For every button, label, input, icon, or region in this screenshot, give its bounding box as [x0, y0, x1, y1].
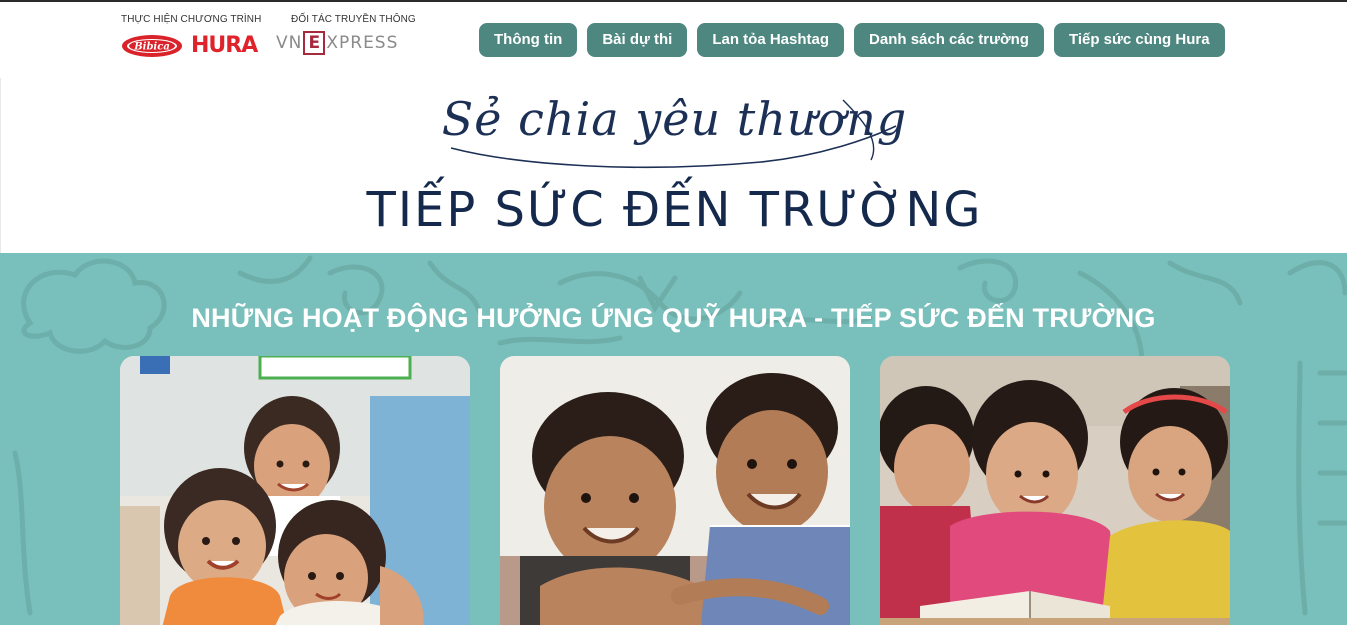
activity-card-3[interactable] — [880, 356, 1230, 625]
media-partner-caption: ĐỐI TÁC TRUYỀN THÔNG — [291, 14, 416, 25]
girls-reading-book-photo — [880, 356, 1230, 625]
activities-title: NHỮNG HOẠT ĐỘNG HƯỞNG ỨNG QUỸ HURA - TIẾ… — [191, 303, 1156, 333]
site-header: THỰC HIỆN CHƯƠNG TRÌNH Bibica HURA ĐỐI T… — [0, 2, 1347, 78]
vnexpress-logo-e: E — [303, 31, 326, 55]
main-nav: Thông tin Bài dự thi Lan tỏa Hashtag Dan… — [479, 23, 1225, 57]
organizer-logos[interactable]: Bibica HURA — [121, 34, 261, 58]
vnexpress-logo-vn: VN — [276, 33, 303, 53]
media-partner-block: ĐỐI TÁC TRUYỀN THÔNG VN E XPRESS — [276, 14, 416, 55]
hero-banner: Sẻ chia yêu thương TIẾP SỨC ĐẾN TRƯỜNG — [0, 78, 1347, 253]
hero-title: TIẾP SỨC ĐẾN TRƯỜNG — [366, 182, 983, 238]
vnexpress-logo[interactable]: VN E XPRESS — [276, 31, 416, 55]
vnexpress-logo-xpress: XPRESS — [326, 33, 399, 53]
organizer-caption: THỰC HIỆN CHƯƠNG TRÌNH — [121, 14, 262, 25]
hura-logo: HURA — [191, 33, 258, 58]
organizer-block: THỰC HIỆN CHƯƠNG TRÌNH Bibica HURA — [121, 14, 261, 58]
hero-script-line: Sẻ chia yêu thương — [441, 92, 908, 146]
nav-lan-toa-hashtag[interactable]: Lan tỏa Hashtag — [697, 23, 845, 57]
two-boys-smiling-photo — [500, 356, 850, 625]
nav-tiep-suc-cung-hura[interactable]: Tiếp sức cùng Hura — [1053, 23, 1225, 57]
activity-card-1[interactable] — [120, 356, 470, 625]
children-hugging-photo — [120, 356, 470, 625]
activities-section: NHỮNG HOẠT ĐỘNG HƯỞNG ỨNG QUỸ HURA - TIẾ… — [0, 253, 1347, 625]
activity-card-2[interactable] — [500, 356, 850, 625]
nav-danh-sach-cac-truong[interactable]: Danh sách các trường — [854, 23, 1044, 57]
nav-bai-du-thi[interactable]: Bài dự thi — [587, 23, 688, 57]
bibica-logo: Bibica — [122, 35, 182, 57]
svg-text:Bibica: Bibica — [133, 42, 170, 53]
nav-thong-tin[interactable]: Thông tin — [479, 23, 578, 57]
